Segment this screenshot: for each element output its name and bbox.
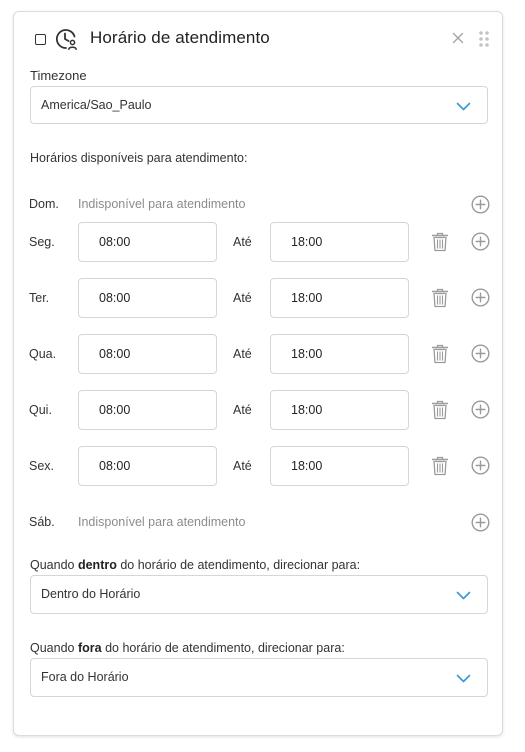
end-time-input[interactable]: 18:00 bbox=[270, 278, 409, 318]
outside-hours-select[interactable]: Fora do Horário bbox=[30, 658, 488, 697]
end-time-input[interactable]: 18:00 bbox=[270, 222, 409, 262]
schedule-row-sab: Sáb. Indisponível para atendimento bbox=[14, 513, 502, 553]
inside-hours-value: Dentro do Horário bbox=[41, 587, 141, 601]
start-time-value: 08:00 bbox=[99, 459, 131, 473]
inside-hours-select[interactable]: Dentro do Horário bbox=[30, 575, 488, 614]
start-time-value: 08:00 bbox=[99, 291, 131, 305]
schedule-heading: Horários disponíveis para atendimento: bbox=[30, 151, 248, 165]
start-time-input[interactable]: 08:00 bbox=[78, 222, 217, 262]
day-label: Qua. bbox=[29, 347, 57, 361]
end-time-input[interactable]: 18:00 bbox=[270, 334, 409, 374]
start-time-input[interactable]: 08:00 bbox=[78, 278, 217, 318]
day-label: Dom. bbox=[29, 197, 59, 211]
day-label: Sáb. bbox=[29, 515, 55, 529]
schedule-row-qua: Qua. 08:00 Até 18:00 bbox=[14, 334, 502, 374]
until-label: Até bbox=[233, 459, 252, 473]
trash-icon[interactable] bbox=[431, 456, 449, 476]
day-label: Sex. bbox=[29, 459, 55, 473]
inside-hours-label: Quando dentro do horário de atendimento,… bbox=[30, 558, 361, 572]
schedule-row-qui: Qui. 08:00 Até 18:00 bbox=[14, 390, 502, 430]
close-icon[interactable] bbox=[452, 32, 464, 44]
trash-icon[interactable] bbox=[431, 232, 449, 252]
end-time-value: 18:00 bbox=[291, 459, 323, 473]
day-label: Qui. bbox=[29, 403, 52, 417]
trash-icon[interactable] bbox=[431, 400, 449, 420]
outside-hours-label: Quando fora do horário de atendimento, d… bbox=[30, 641, 345, 655]
timezone-select[interactable]: America/Sao_Paulo bbox=[30, 86, 488, 124]
schedule-row-seg: Seg. 08:00 Até 18:00 bbox=[14, 222, 502, 262]
end-time-input[interactable]: 18:00 bbox=[270, 446, 409, 486]
until-label: Até bbox=[233, 403, 252, 417]
card-title: Horário de atendimento bbox=[90, 28, 270, 47]
end-time-value: 18:00 bbox=[291, 235, 323, 249]
until-label: Até bbox=[233, 347, 252, 361]
chevron-down-icon bbox=[456, 102, 471, 111]
unavailable-text: Indisponível para atendimento bbox=[78, 515, 246, 529]
until-label: Até bbox=[233, 291, 252, 305]
select-checkbox[interactable] bbox=[35, 34, 46, 45]
start-time-value: 08:00 bbox=[99, 347, 131, 361]
end-time-value: 18:00 bbox=[291, 291, 323, 305]
start-time-input[interactable]: 08:00 bbox=[78, 390, 217, 430]
outside-hours-value: Fora do Horário bbox=[41, 670, 129, 684]
start-time-input[interactable]: 08:00 bbox=[78, 334, 217, 374]
schedule-row-ter: Ter. 08:00 Até 18:00 bbox=[14, 278, 502, 318]
trash-icon[interactable] bbox=[431, 288, 449, 308]
start-time-input[interactable]: 08:00 bbox=[78, 446, 217, 486]
add-interval-icon[interactable] bbox=[471, 195, 490, 214]
end-time-value: 18:00 bbox=[291, 403, 323, 417]
add-interval-icon[interactable] bbox=[471, 513, 490, 532]
until-label: Até bbox=[233, 235, 252, 249]
start-time-value: 08:00 bbox=[99, 403, 131, 417]
day-label: Seg. bbox=[29, 235, 55, 249]
unavailable-text: Indisponível para atendimento bbox=[78, 197, 246, 211]
business-hours-card: Horário de atendimento Timezone America/… bbox=[13, 11, 503, 736]
chevron-down-icon bbox=[456, 674, 471, 683]
timezone-label: Timezone bbox=[30, 68, 87, 83]
day-label: Ter. bbox=[29, 291, 50, 305]
drag-handle-icon[interactable] bbox=[478, 30, 490, 48]
clock-person-icon bbox=[55, 29, 77, 51]
end-time-value: 18:00 bbox=[291, 347, 323, 361]
trash-icon[interactable] bbox=[431, 344, 449, 364]
add-interval-icon[interactable] bbox=[471, 400, 490, 419]
add-interval-icon[interactable] bbox=[471, 288, 490, 307]
chevron-down-icon bbox=[456, 591, 471, 600]
schedule-row-sex: Sex. 08:00 Até 18:00 bbox=[14, 446, 502, 486]
add-interval-icon[interactable] bbox=[471, 456, 490, 475]
add-interval-icon[interactable] bbox=[471, 232, 490, 251]
timezone-value: America/Sao_Paulo bbox=[41, 98, 152, 112]
start-time-value: 08:00 bbox=[99, 235, 131, 249]
add-interval-icon[interactable] bbox=[471, 344, 490, 363]
end-time-input[interactable]: 18:00 bbox=[270, 390, 409, 430]
